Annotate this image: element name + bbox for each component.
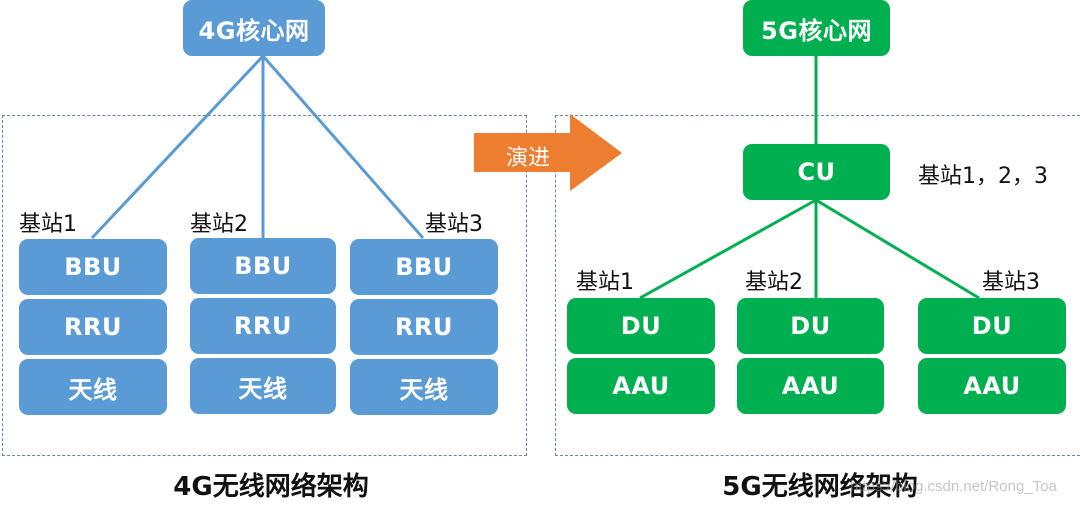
unit-label: AAU bbox=[963, 372, 1021, 400]
lte-core-node: 4G核心网 bbox=[183, 0, 325, 56]
unit-label: 天线 bbox=[68, 375, 118, 404]
nr-station-1-aau: AAU bbox=[567, 358, 715, 414]
lte-station-1-label: 基站1 bbox=[19, 212, 77, 237]
nr-station-1-du: DU bbox=[567, 298, 715, 354]
unit-label: DU bbox=[790, 312, 831, 340]
nr-station-3-aau: AAU bbox=[918, 358, 1066, 414]
nr-station-2-du: DU bbox=[737, 298, 884, 354]
unit-label: RRU bbox=[395, 313, 453, 341]
lte-station-1-rru: RRU bbox=[19, 299, 167, 355]
unit-label: DU bbox=[620, 312, 662, 340]
nr-core-node: 5G核心网 bbox=[743, 0, 890, 56]
lte-station-2-rru: RRU bbox=[190, 298, 336, 354]
lte-station-3-label: 基站3 bbox=[425, 212, 483, 237]
nr-station-1-label: 基站1 bbox=[576, 270, 634, 295]
lte-station-3-rru: RRU bbox=[350, 299, 498, 355]
unit-label: 天线 bbox=[399, 375, 449, 404]
nr-station-2-aau: AAU bbox=[737, 358, 884, 414]
lte-station-3-antenna: 天线 bbox=[350, 359, 498, 415]
evolution-label: 演进 bbox=[506, 146, 551, 171]
nr-core-label: 5G核心网 bbox=[761, 16, 872, 45]
lte-station-2-label: 基站2 bbox=[190, 212, 248, 237]
watermark: https://blog.csdn.net/Rong_Toa bbox=[850, 478, 1057, 495]
lte-station-3-bbu: BBU bbox=[350, 239, 498, 295]
unit-label: BBU bbox=[395, 253, 453, 281]
lte-station-1-bbu: BBU bbox=[19, 239, 167, 295]
lte-station-1-antenna: 天线 bbox=[19, 359, 167, 415]
nr-station-3-label: 基站3 bbox=[982, 270, 1040, 295]
lte-station-2-bbu: BBU bbox=[190, 238, 336, 294]
unit-label: AAU bbox=[781, 372, 840, 400]
unit-label: RRU bbox=[64, 313, 122, 341]
unit-label: BBU bbox=[64, 253, 122, 281]
lte-architecture-title: 4G无线网络架构 bbox=[173, 472, 369, 502]
unit-label: RRU bbox=[234, 312, 292, 340]
nr-cu-node: CU bbox=[743, 144, 890, 200]
lte-station-2-antenna: 天线 bbox=[190, 358, 336, 414]
nr-cu-label: CU bbox=[797, 158, 836, 186]
nr-station-2-label: 基站2 bbox=[745, 270, 803, 295]
unit-label: BBU bbox=[234, 252, 292, 280]
unit-label: 天线 bbox=[238, 374, 288, 403]
nr-cu-annotation: 基站1，2，3 bbox=[918, 164, 1048, 189]
nr-station-3-du: DU bbox=[918, 298, 1066, 354]
unit-label: AAU bbox=[612, 372, 670, 400]
unit-label: DU bbox=[971, 312, 1013, 340]
lte-core-label: 4G核心网 bbox=[198, 16, 310, 45]
